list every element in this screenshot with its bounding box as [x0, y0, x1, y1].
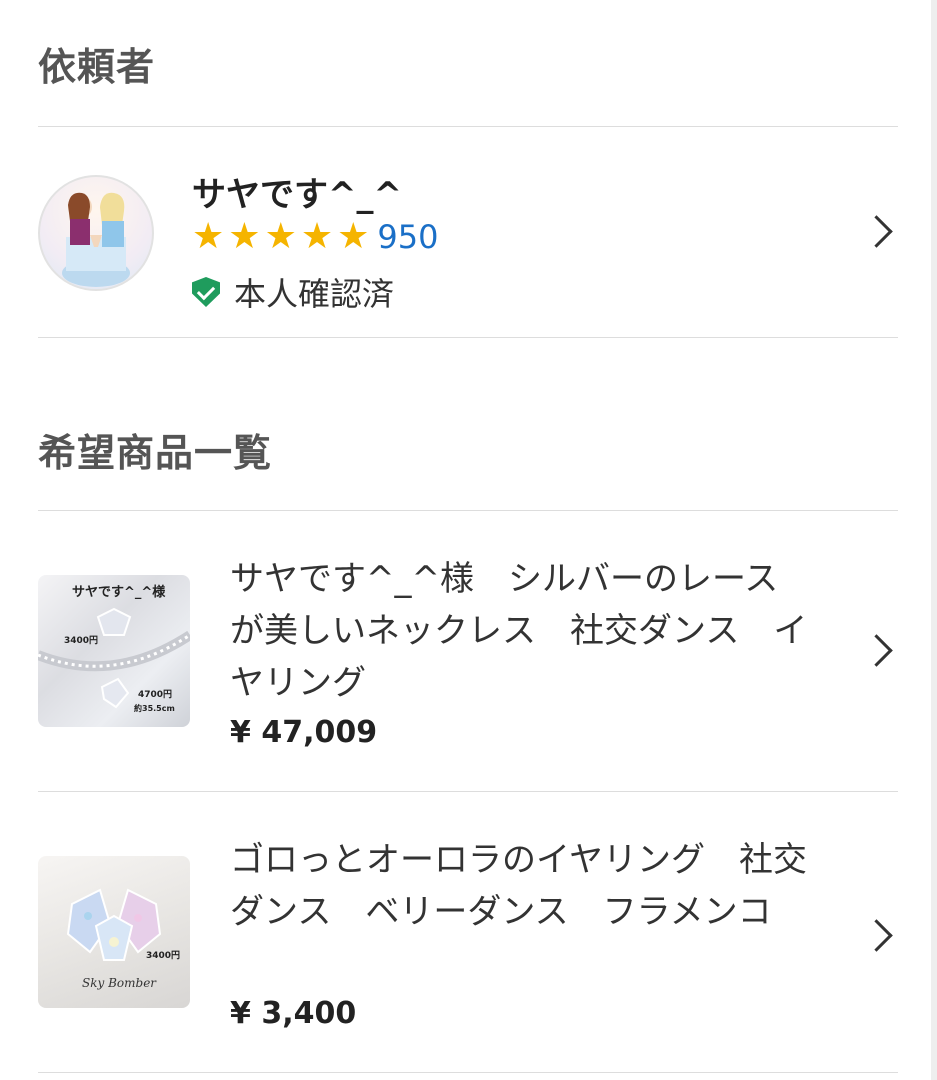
wishlist-section-title: 希望商品一覧 — [38, 431, 273, 475]
star-icon: ★ — [264, 216, 297, 257]
divider — [38, 337, 898, 338]
verified-label: 本人確認済 — [234, 275, 395, 313]
item-price: ¥ 47,009 — [230, 715, 378, 750]
thumbnail-size: 約35.5cm — [134, 704, 175, 713]
requester-card[interactable]: サヤです^_^ ★ ★ ★ ★ ★ 950 本人確認済 — [38, 127, 898, 337]
chevron-right-icon[interactable] — [860, 919, 893, 952]
divider — [38, 1072, 898, 1073]
rating-count[interactable]: 950 — [377, 219, 438, 255]
avatar-image — [62, 192, 130, 287]
avatar — [38, 175, 154, 291]
star-icon: ★ — [300, 216, 334, 257]
thumbnail-caption: サヤです^_^様 — [72, 585, 166, 600]
thumbnail-price: 4700円 — [138, 690, 173, 700]
thumbnail-price: 3400円 — [64, 636, 99, 646]
star-icon: ★ — [192, 216, 225, 257]
scrollbar[interactable] — [931, 0, 937, 1080]
star-icon: ★ — [228, 216, 261, 257]
verified-badge: 本人確認済 — [192, 269, 394, 315]
item-title: サヤです^_^様 シルバーのレースが美しいネックレス 社交ダンス イヤリング — [230, 559, 808, 703]
requester-name: サヤです^_^ — [192, 175, 402, 215]
item-thumbnail: 3400円 Sky Bomber — [38, 856, 190, 1008]
thumbnail-price: 3400円 — [146, 951, 181, 961]
chevron-right-icon[interactable] — [860, 215, 893, 248]
wishlist-item[interactable]: サヤです^_^様 3400円 4700円 約35.5cm サヤです^_^様 シル… — [38, 511, 898, 791]
shield-check-icon — [192, 277, 220, 307]
wishlist-item[interactable]: 3400円 Sky Bomber ゴロっとオーロラのイヤリング 社交ダンス ベリ… — [38, 792, 898, 1072]
star-icon: ★ — [337, 216, 370, 257]
thumbnail-brand: Sky Bomber — [82, 976, 157, 990]
requester-section-title: 依頼者 — [38, 45, 156, 89]
item-price: ¥ 3,400 — [230, 996, 357, 1031]
item-thumbnail: サヤです^_^様 3400円 4700円 約35.5cm — [38, 575, 190, 727]
item-title: ゴロっとオーロラのイヤリング 社交ダンス ベリーダンス フラメンコ — [230, 840, 807, 932]
rating: ★ ★ ★ ★ ★ 950 — [192, 216, 438, 257]
chevron-right-icon[interactable] — [860, 634, 893, 667]
